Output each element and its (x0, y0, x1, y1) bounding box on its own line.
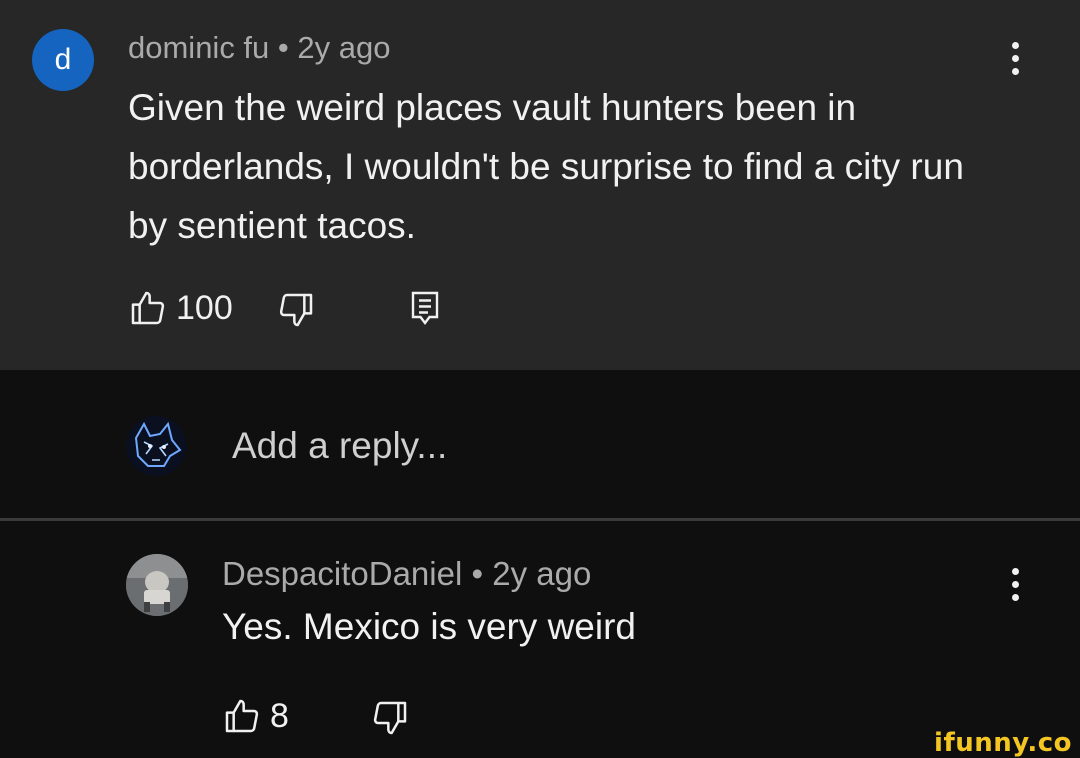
meta-separator: • (277, 30, 289, 65)
comment-text: Given the weird places vault hunters bee… (128, 87, 964, 246)
reply-text: Yes. Mexico is very weird (222, 606, 636, 647)
comment-author[interactable]: dominic fu (128, 30, 269, 65)
like-button[interactable]: 100 (128, 288, 233, 328)
dislike-button[interactable] (370, 698, 410, 738)
comment-meta: dominic fu • 2y ago (128, 30, 390, 66)
reply-author[interactable]: DespacitoDaniel (222, 555, 462, 592)
meta-separator: • (471, 555, 484, 592)
like-button[interactable]: 8 (222, 696, 289, 736)
thumbs-down-icon (373, 701, 407, 735)
thumbs-up-icon (131, 291, 165, 325)
more-vert-icon[interactable] (1012, 568, 1020, 607)
comment-age: 2y ago (297, 30, 391, 65)
reply-age: 2y ago (492, 555, 592, 592)
like-count: 8 (270, 696, 289, 735)
more-vert-icon[interactable] (1012, 42, 1020, 81)
divider (0, 518, 1080, 521)
reply-input[interactable]: Add a reply... (232, 425, 447, 467)
avatar-photo-icon (126, 554, 188, 616)
avatar-letter: d (54, 43, 72, 76)
reply-meta: DespacitoDaniel • 2y ago (222, 555, 591, 593)
reply-button[interactable] (410, 290, 440, 326)
reply-icon (411, 291, 439, 325)
thumbs-up-icon (225, 699, 259, 733)
user-avatar-wolf[interactable] (126, 416, 186, 476)
wolf-avatar-icon (126, 416, 186, 476)
dislike-button[interactable] (276, 290, 316, 330)
avatar[interactable]: d (32, 29, 94, 91)
reply-avatar[interactable] (126, 554, 188, 616)
like-count: 100 (176, 288, 233, 327)
thumbs-down-icon (279, 293, 313, 327)
highlighted-comment: d dominic fu • 2y ago Given the weird pl… (0, 0, 1080, 370)
